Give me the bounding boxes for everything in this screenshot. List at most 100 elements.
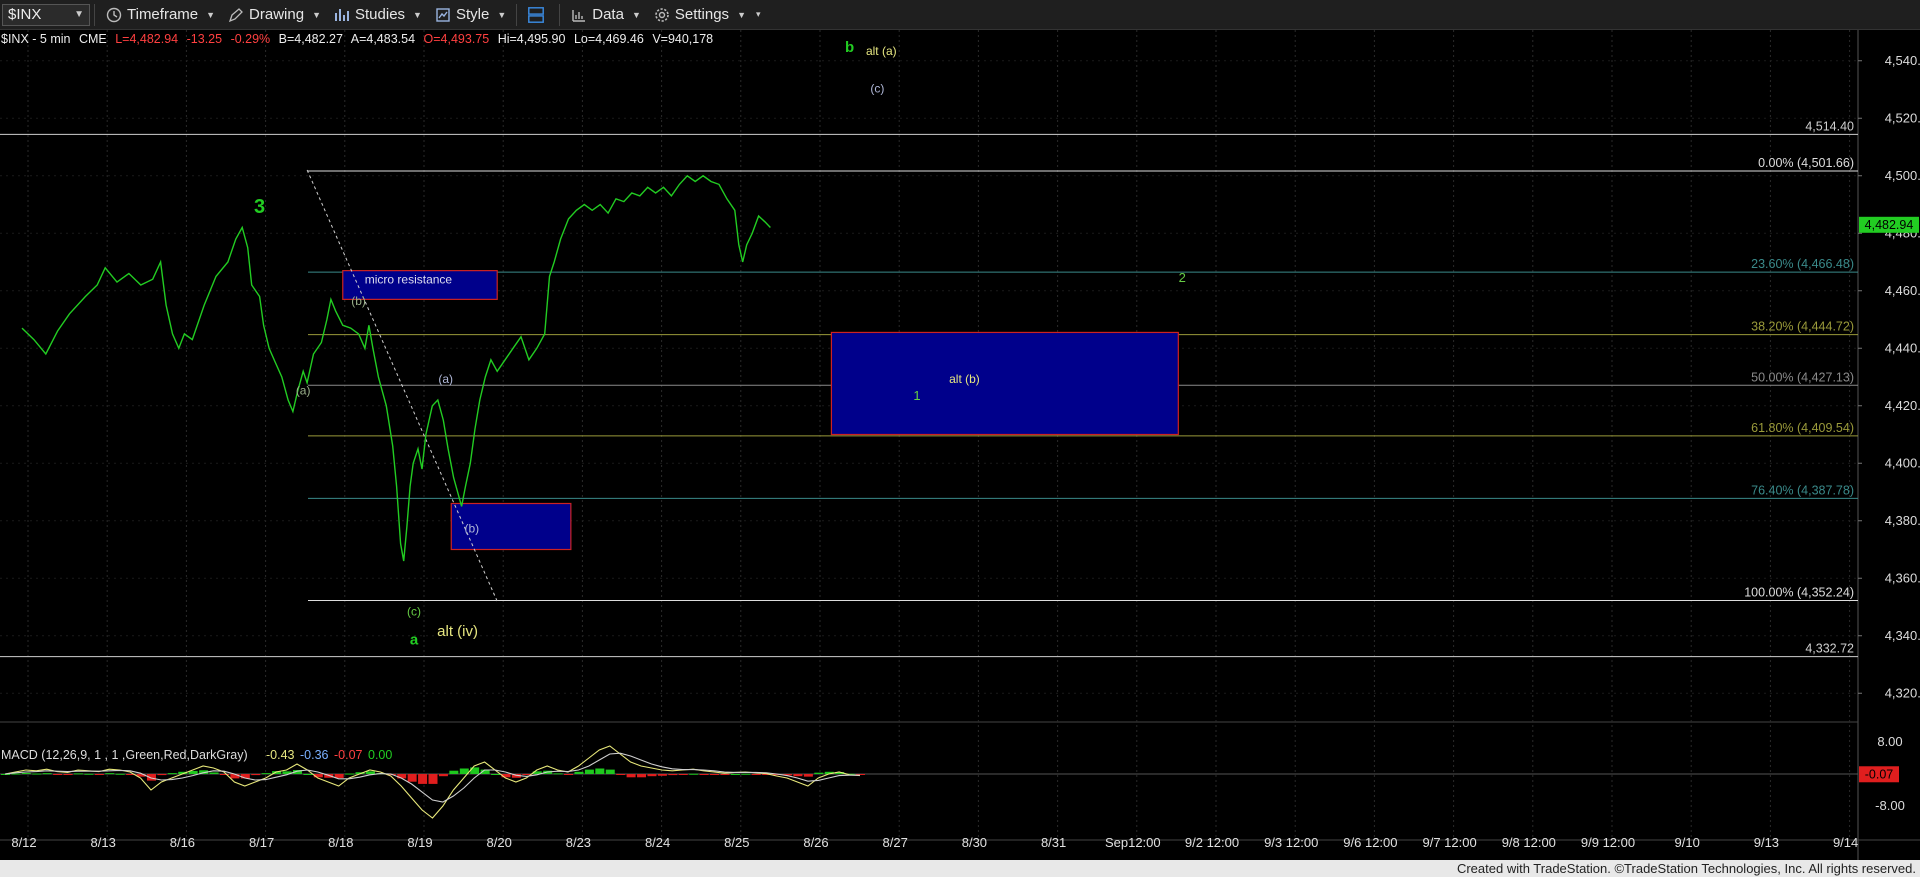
chart-area[interactable]: 4,540.004,520.004,500.004,480.004,460.00… [0,30,1920,860]
wave-label: (b) [351,294,366,308]
wave-label: alt (b) [949,372,980,386]
macd-histogram-bar [73,773,83,775]
toolbar-separator [559,3,561,26]
macd-histogram-bar [418,774,428,784]
x-tick-label: 8/24 [645,835,670,850]
data-button[interactable]: Data ▼ [564,2,647,28]
last-price-label: 4,482.94 [1865,218,1914,232]
x-tick-label: 9/3 12:00 [1264,835,1318,850]
macd-value: -0.43 [266,748,295,762]
macd-histogram-bar [605,769,615,774]
wave-label: (c) [407,605,421,619]
wave-label: alt (iv) [437,623,478,640]
x-tick-label: 9/14 [1833,835,1858,850]
micro-resistance-box-label: micro resistance [365,273,453,287]
macd-histogram-bar [553,773,563,775]
macd-histogram-bar [167,773,177,775]
macd-histogram-bar [261,773,271,775]
quote-open: O=4,493.75 [423,32,490,46]
quote-symbol: $INX - 5 min [1,32,71,46]
macd-histogram-bar [730,774,740,775]
y-tick-label: 4,460.00 [1885,283,1920,298]
toolbar: $INX ▼ Timeframe ▼ Drawing ▼ Studies ▼ S… [0,0,1920,30]
x-tick-label: 9/2 12:00 [1185,835,1239,850]
macd-histogram-bar [678,774,688,775]
studies-label: Studies [355,6,406,23]
quote-exchange: CME [78,32,107,46]
x-tick-label: 9/10 [1675,835,1700,850]
macd-histogram-bar [584,769,594,774]
x-tick-label: 9/7 12:00 [1422,835,1476,850]
macd-histogram-bar [53,774,63,775]
macd-histogram-bar [157,774,167,776]
x-tick-label: 8/17 [249,835,274,850]
timeframe-button[interactable]: Timeframe ▼ [99,2,221,28]
credit-text: Created with TradeStation. ©TradeStation… [1456,861,1916,876]
macd-value: -0.07 [334,748,363,762]
overflow-caret-icon: ▾ [755,9,761,19]
macd-histogram-bar [115,773,125,775]
symbol-label: $INX [8,6,42,23]
y-tick-label: 4,520.00 [1885,110,1920,125]
macd-last-label: -0.07 [1865,767,1894,781]
x-tick-label: 9/9 12:00 [1581,835,1635,850]
x-tick-label: 9/8 12:00 [1502,835,1556,850]
macd-label: MACD (12,26,9, 1 , 1 ,Green,Red,DarkGray… [1,748,248,762]
macd-histogram-bar [407,774,417,782]
x-tick-label: 9/6 12:00 [1343,835,1397,850]
x-tick-label: 8/13 [91,835,116,850]
x-tick-label: 8/16 [170,835,195,850]
macd-histogram-bar [438,774,448,777]
studies-icon [333,6,351,24]
toolbar-separator [516,3,518,26]
macd-histogram-bar [668,774,678,776]
macd-histogram-bar [11,773,21,775]
macd-histogram-bar [251,774,261,776]
x-tick-label: 9/13 [1754,835,1779,850]
fib-level-label: 38.20% (4,444.72) [1751,320,1854,334]
macd-histogram-bar [720,774,730,775]
wave-label: (b) [465,521,480,535]
timeframe-label: Timeframe [127,6,199,23]
wave-label: alt (a) [866,44,897,58]
wave-label: (a) [296,383,311,397]
macd-histogram-bar [689,773,699,775]
drawing-button[interactable]: Drawing ▼ [221,2,327,28]
macd-histogram-bar [574,771,584,774]
macd-histogram-bar [365,771,375,774]
macd-histogram-bar [647,774,657,777]
wave-label: (a) [438,372,453,386]
quote-high: Hi=4,495.90 [497,32,566,46]
macd-histogram-bar [449,770,459,774]
x-tick-label: Sep12:00 [1105,835,1161,850]
style-button[interactable]: Style ▼ [428,2,512,28]
x-tick-label: 8/20 [487,835,512,850]
layout-button[interactable] [521,2,555,28]
layout-icon [527,6,545,24]
quote-volume: V=940,178 [652,32,714,46]
caret-icon: ▼ [497,9,507,20]
macd-histogram-bar [32,773,42,775]
symbol-input[interactable]: $INX ▼ [2,3,90,26]
macd-histogram-bar [345,773,355,775]
x-tick-label: 8/27 [883,835,908,850]
wave-label: 1 [913,388,920,403]
quote-change: -13.25 [186,32,223,46]
data-label: Data [592,6,624,23]
alt-b-target-box [830,331,1179,436]
macd-histogram-bar [710,774,720,775]
studies-button[interactable]: Studies ▼ [327,2,428,28]
caret-icon: ▼ [312,9,321,20]
horizontal-level-label: 4,332.72 [1805,642,1854,656]
y-tick-label: 4,440.00 [1885,340,1920,355]
macd-histogram-bar [21,772,31,774]
drawing-label: Drawing [249,6,305,23]
macd-histogram-bar [699,774,709,775]
x-tick-label: 8/25 [724,835,749,850]
fib-level-label: 76.40% (4,387.78) [1751,483,1854,497]
macd-histogram-bar [741,773,751,775]
x-tick-label: 8/31 [1041,835,1066,850]
settings-button[interactable]: Settings ▼ ▾ [647,2,767,28]
dropdown-arrow-icon: ▼ [74,9,84,20]
wave-label: b [845,39,854,56]
